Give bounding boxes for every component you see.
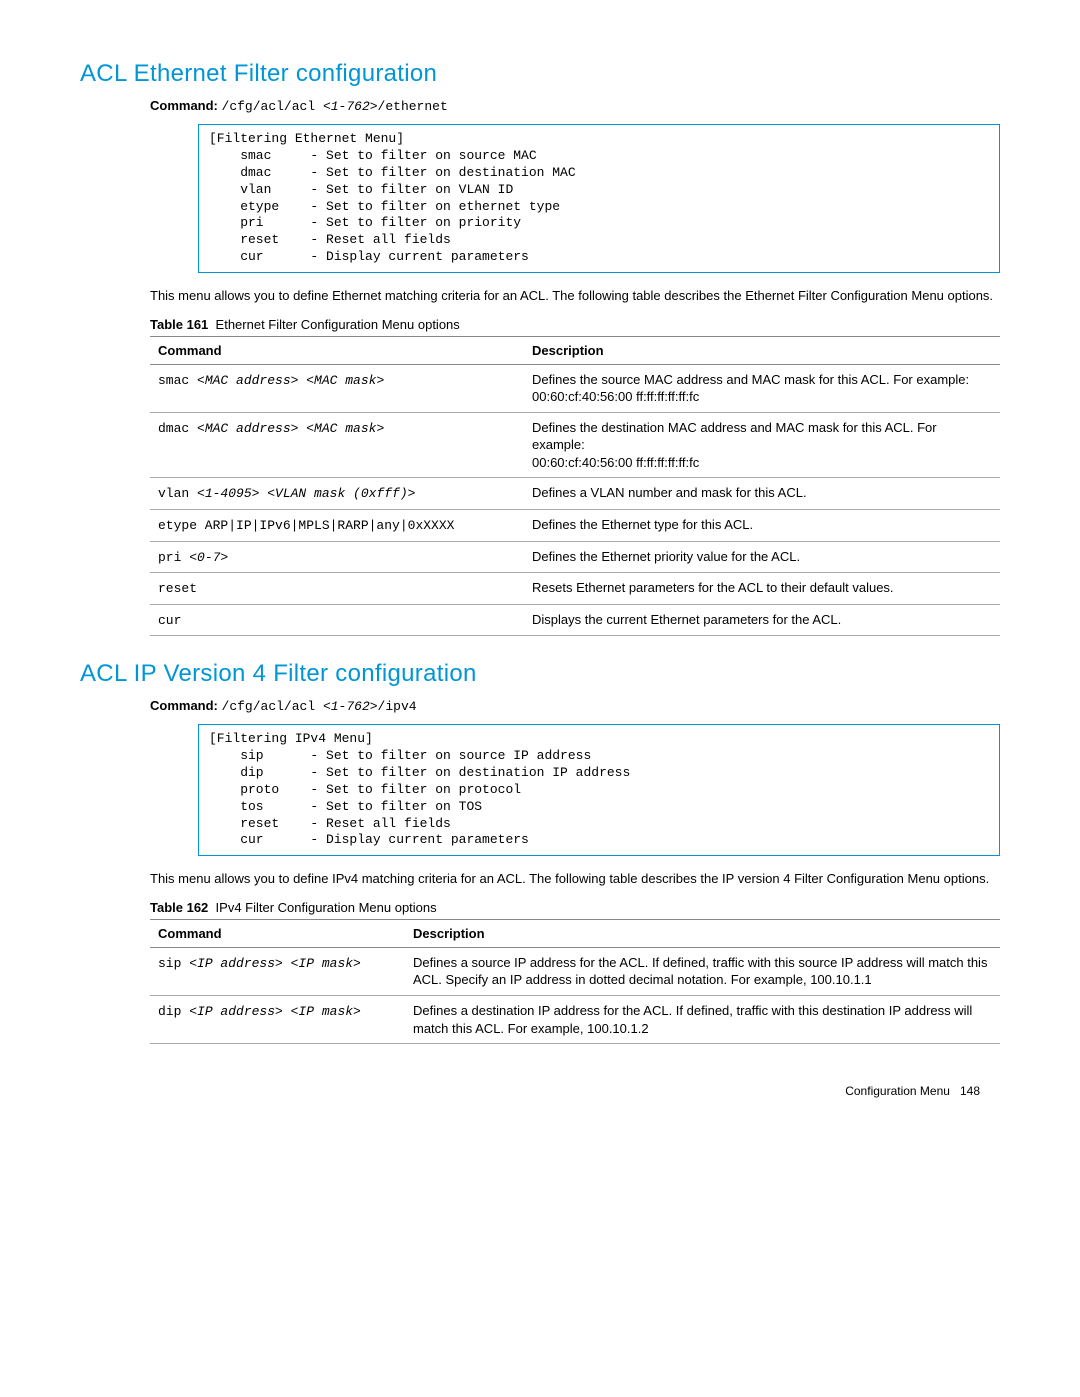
cmd: etype ARP|IP|IPv6|MPLS|RARP|any|0xXXXX xyxy=(158,518,454,533)
table-number: Table 162 xyxy=(150,900,208,915)
cmd-arg: <0-7> xyxy=(189,550,228,565)
table-row: dmac <MAC address> <MAC mask> Defines th… xyxy=(150,412,1000,478)
desc: Defines the destination MAC address and … xyxy=(524,412,1000,478)
table-row: reset Resets Ethernet parameters for the… xyxy=(150,573,1000,605)
desc: Defines the source MAC address and MAC m… xyxy=(524,364,1000,412)
command-label: Command: xyxy=(150,98,218,113)
cmd-arg: <IP address> <IP mask> xyxy=(189,1004,361,1019)
page-number: 148 xyxy=(960,1084,980,1098)
cmd: dmac xyxy=(158,421,197,436)
table: Command Description sip <IP address> <IP… xyxy=(150,919,1000,1044)
cmd-arg: <MAC address> <MAC mask> xyxy=(197,421,384,436)
desc: Defines the Ethernet type for this ACL. xyxy=(524,509,1000,541)
command-suffix: /ethernet xyxy=(378,99,448,114)
footer-text: Configuration Menu xyxy=(845,1084,950,1098)
paragraph: This menu allows you to define IPv4 matc… xyxy=(150,870,1000,888)
table-title: IPv4 Filter Configuration Menu options xyxy=(216,900,437,915)
desc: Defines the Ethernet priority value for … xyxy=(524,541,1000,573)
cmd-arg: <1-4095> <VLAN mask (0xfff)> xyxy=(197,486,415,501)
command-arg: <1-762> xyxy=(323,699,378,714)
table-header-row: Command Description xyxy=(150,336,1000,364)
command-label: Command: xyxy=(150,698,218,713)
table-header-description: Description xyxy=(524,336,1000,364)
command-line: Command: /cfg/acl/acl <1-762>/ipv4 xyxy=(150,698,1000,714)
desc: Defines a destination IP address for the… xyxy=(405,996,1000,1044)
cmd: vlan xyxy=(158,486,197,501)
table-row: vlan <1-4095> <VLAN mask (0xfff)> Define… xyxy=(150,478,1000,510)
cmd: cur xyxy=(158,613,181,628)
command-text: /cfg/acl/acl xyxy=(222,99,323,114)
cmd: smac xyxy=(158,373,197,388)
table-title: Ethernet Filter Configuration Menu optio… xyxy=(216,317,460,332)
cmd: pri xyxy=(158,550,189,565)
table-caption: Table 161 Ethernet Filter Configuration … xyxy=(150,317,1000,332)
table-row: etype ARP|IP|IPv6|MPLS|RARP|any|0xXXXX D… xyxy=(150,509,1000,541)
desc: Displays the current Ethernet parameters… xyxy=(524,604,1000,636)
menu-box: [Filtering IPv4 Menu] sip - Set to filte… xyxy=(198,724,1000,856)
menu-box: [Filtering Ethernet Menu] smac - Set to … xyxy=(198,124,1000,273)
table-header-description: Description xyxy=(405,919,1000,947)
desc: Defines a VLAN number and mask for this … xyxy=(524,478,1000,510)
cmd: dip xyxy=(158,1004,189,1019)
section-heading: ACL IP Version 4 Filter configuration xyxy=(80,660,1000,688)
cmd: reset xyxy=(158,581,197,596)
table-header-command: Command xyxy=(150,336,524,364)
page-footer: Configuration Menu 148 xyxy=(80,1084,1000,1098)
paragraph: This menu allows you to define Ethernet … xyxy=(150,287,1000,305)
cmd-arg: <IP address> <IP mask> xyxy=(189,956,361,971)
table-number: Table 161 xyxy=(150,317,208,332)
table-header-command: Command xyxy=(150,919,405,947)
table-row: dip <IP address> <IP mask> Defines a des… xyxy=(150,996,1000,1044)
command-suffix: /ipv4 xyxy=(378,699,417,714)
command-arg: <1-762> xyxy=(323,99,378,114)
command-text: /cfg/acl/acl xyxy=(222,699,323,714)
section-heading: ACL Ethernet Filter configuration xyxy=(80,60,1000,88)
cmd: sip xyxy=(158,956,189,971)
desc: Resets Ethernet parameters for the ACL t… xyxy=(524,573,1000,605)
table-row: smac <MAC address> <MAC mask> Defines th… xyxy=(150,364,1000,412)
command-line: Command: /cfg/acl/acl <1-762>/ethernet xyxy=(150,98,1000,114)
table-header-row: Command Description xyxy=(150,919,1000,947)
table: Command Description smac <MAC address> <… xyxy=(150,336,1000,636)
table-row: pri <0-7> Defines the Ethernet priority … xyxy=(150,541,1000,573)
desc: Defines a source IP address for the ACL.… xyxy=(405,947,1000,995)
table-row: cur Displays the current Ethernet parame… xyxy=(150,604,1000,636)
table-row: sip <IP address> <IP mask> Defines a sou… xyxy=(150,947,1000,995)
table-caption: Table 162 IPv4 Filter Configuration Menu… xyxy=(150,900,1000,915)
cmd-arg: <MAC address> <MAC mask> xyxy=(197,373,384,388)
